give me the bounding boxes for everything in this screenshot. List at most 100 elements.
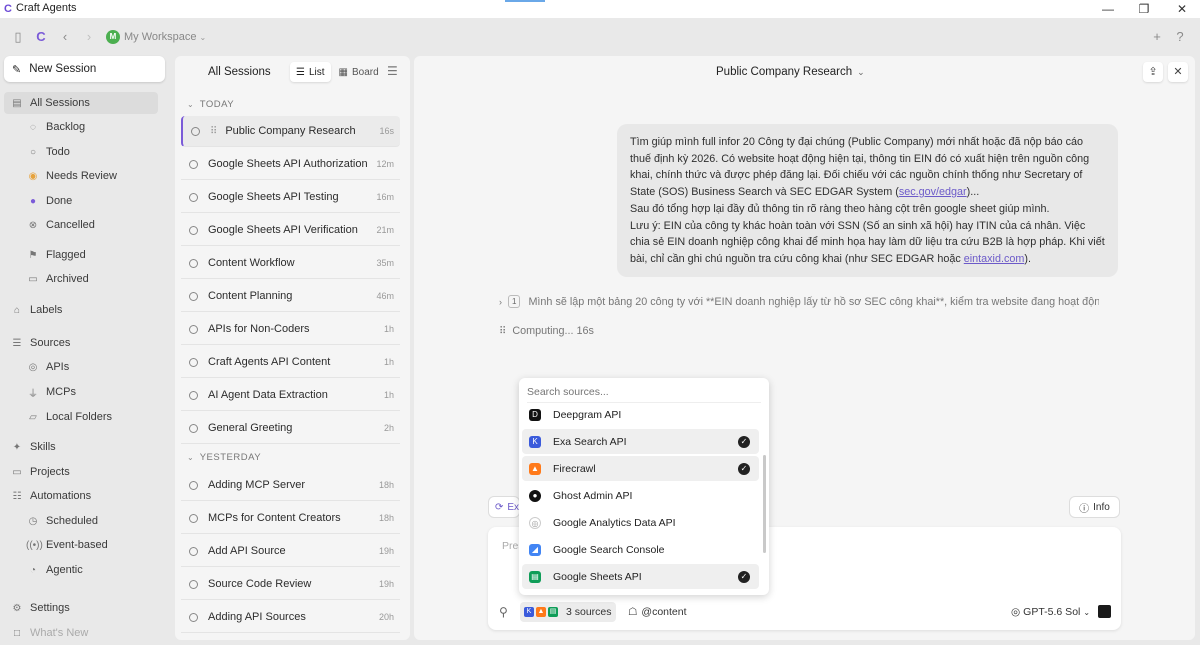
dropdown-scrollbar[interactable] [763,455,766,553]
session-row[interactable]: Source Code Review 19h [181,569,400,600]
session-time: 1h [383,357,394,367]
session-time: 12m [376,159,394,169]
explore-button[interactable]: ⟳ Ex [488,496,520,518]
sidebar-item-labels[interactable]: ⌂ Labels [4,299,158,321]
sidebar-item-settings[interactable]: ⚙ Settings [4,597,158,619]
sec-edgar-link[interactable]: sec.gov/edgar [899,186,967,198]
new-session-button[interactable]: ✎ New Session [4,56,165,82]
status-circle-icon [189,423,198,433]
sidebar-item-label: APIs [46,361,70,373]
sidebar-item-label: Projects [30,466,70,478]
session-row[interactable]: Google Sheets API Authorization 12m [181,149,400,180]
message-paragraph: Sau đó tổng hợp lại đầy đủ thông tin rõ … [630,202,1050,215]
sidebar-item-backlog[interactable]: ◌ Backlog [20,116,174,138]
exa-icon: K [529,435,541,448]
sidebar-item-event-based[interactable]: ((•)) Event-based [20,534,174,556]
sidebar-item-whats-new[interactable]: □ What's New [4,622,158,644]
sidebar-item-agentic[interactable]: ◔ Agentic [20,559,174,581]
model-selector[interactable]: ◎ GPT-5.6 Sol ⌄ [1007,602,1094,622]
sidebar-item-done[interactable]: ● Done [20,190,174,212]
close-window-button[interactable]: ✕ [1162,0,1200,18]
list-view-button[interactable]: ☰ List [290,62,331,82]
sidebar-item-archived[interactable]: ▭ Archived [20,268,174,290]
sidebar-item-apis[interactable]: ◎ APIs [20,356,174,378]
sidebar-item-label: Settings [30,602,70,614]
info-button[interactable]: ⓘ Info [1069,496,1120,518]
board-view-button[interactable]: ▦ Board [333,62,385,82]
workspace-switcher[interactable]: M My Workspace ⌄ [106,30,206,44]
session-row[interactable]: Adding MCP Server 18h [181,470,400,501]
source-item-exa[interactable]: K Exa Search API ✓ [522,429,759,454]
sidebar-item-skills[interactable]: ✦ Skills [4,436,158,458]
status-circle-icon [189,513,198,523]
add-icon[interactable]: + [1148,28,1166,46]
craft-logo-icon[interactable]: C [32,28,50,46]
session-title: Source Code Review [208,578,312,590]
source-item-google-sheets[interactable]: ▤ Google Sheets API ✓ [522,564,759,589]
spinner-icon: ⠿ [210,125,218,137]
sidebar-item-local-folders[interactable]: ▱ Local Folders [20,406,174,428]
session-row[interactable]: APIs for Non-Coders 1h [181,314,400,345]
sidebar-item-label: Agentic [46,564,83,576]
back-icon[interactable]: ‹ [56,28,74,46]
sidebar-toggle-icon[interactable]: ▯ [9,28,27,46]
sidebar-item-scheduled[interactable]: ◷ Scheduled [20,510,174,532]
session-row[interactable]: Google Sheets API Testing 16m [181,182,400,213]
source-item-ghost[interactable]: ● Ghost Admin API [522,483,759,508]
explore-label: Ex [507,501,520,513]
help-icon[interactable]: ? [1171,28,1189,46]
source-item-deepgram[interactable]: D Deepgram API [522,402,759,427]
source-item-google-analytics[interactable]: ◎ Google Analytics Data API [522,510,759,535]
stop-button[interactable] [1098,605,1111,618]
eintaxid-link[interactable]: eintaxid.com [964,253,1025,265]
session-row[interactable]: AI Agent Data Extraction 1h [181,380,400,411]
session-row[interactable]: Adding API Sources 20h [181,602,400,633]
status-circle-icon [189,357,198,367]
mention-chip[interactable]: ☖ @content [624,602,691,622]
source-item-firecrawl[interactable]: ▲ Firecrawl ✓ [522,456,759,481]
group-label: YESTERDAY [199,452,262,463]
session-time: 46m [376,291,394,301]
group-header-yesterday[interactable]: ⌄ YESTERDAY [187,452,261,463]
minimize-button[interactable]: — [1088,0,1128,18]
session-time: 18h [378,480,394,490]
sidebar-item-label: MCPs [46,386,76,398]
session-row[interactable]: Content Workflow 35m [181,248,400,279]
close-icon[interactable]: ✕ [1168,62,1188,82]
sidebar-item-label: Sources [30,337,71,349]
sources-chip[interactable]: K ▲ ▤ 3 sources [520,602,616,622]
session-row[interactable]: General Greeting 2h [181,413,400,444]
sidebar-item-sources[interactable]: ☰ Sources [4,332,158,354]
session-row[interactable]: MCPs for Content Creators 18h [181,503,400,534]
sidebar-item-needs-review[interactable]: ◉ Needs Review [20,165,174,187]
session-title-menu[interactable]: Public Company Research ⌄ [716,66,865,78]
session-time: 2h [383,423,394,433]
session-time: 16m [376,192,394,202]
maximize-button[interactable]: ❐ [1124,0,1164,18]
forward-icon[interactable]: › [80,28,98,46]
message-text: )... [966,186,980,199]
sidebar-item-flagged[interactable]: ⚑ Flagged [20,244,174,266]
sidebar-item-projects[interactable]: ▭ Projects [4,461,158,483]
source-item-search-console[interactable]: ◢ Google Search Console [522,537,759,562]
filter-icon[interactable]: ☰ [387,64,398,78]
session-row[interactable]: Content Planning 46m [181,281,400,312]
sidebar-item-automations[interactable]: ☷ Automations [4,485,158,507]
source-label: Google Sheets API [553,570,642,583]
session-row[interactable]: ⠿ Public Company Research 16s [181,116,400,147]
sidebar-item-label: Scheduled [46,515,98,527]
paperclip-icon[interactable]: ⚲ [499,605,508,619]
session-title: MCPs for Content Creators [208,512,341,524]
sidebar-item-todo[interactable]: ○ Todo [20,141,174,163]
sidebar-item-mcps[interactable]: ⏚ MCPs [20,381,174,403]
share-icon[interactable]: ⇪ [1143,62,1163,82]
session-row[interactable]: Add API Source 19h [181,536,400,567]
search-sources-input[interactable] [527,386,761,403]
session-row[interactable]: Google Sheets API Verification 21m [181,215,400,246]
group-header-today[interactable]: ⌄ TODAY [187,99,234,110]
globe-icon: ◎ [529,516,541,529]
sidebar-item-all-sessions[interactable]: ▤ All Sessions [4,92,158,114]
assistant-step[interactable]: › 1 Mình sẽ lập một bảng 20 công ty với … [499,295,1099,308]
session-row[interactable]: Craft Agents API Content 1h [181,347,400,378]
sidebar-item-cancelled[interactable]: ⊗ Cancelled [20,214,174,236]
